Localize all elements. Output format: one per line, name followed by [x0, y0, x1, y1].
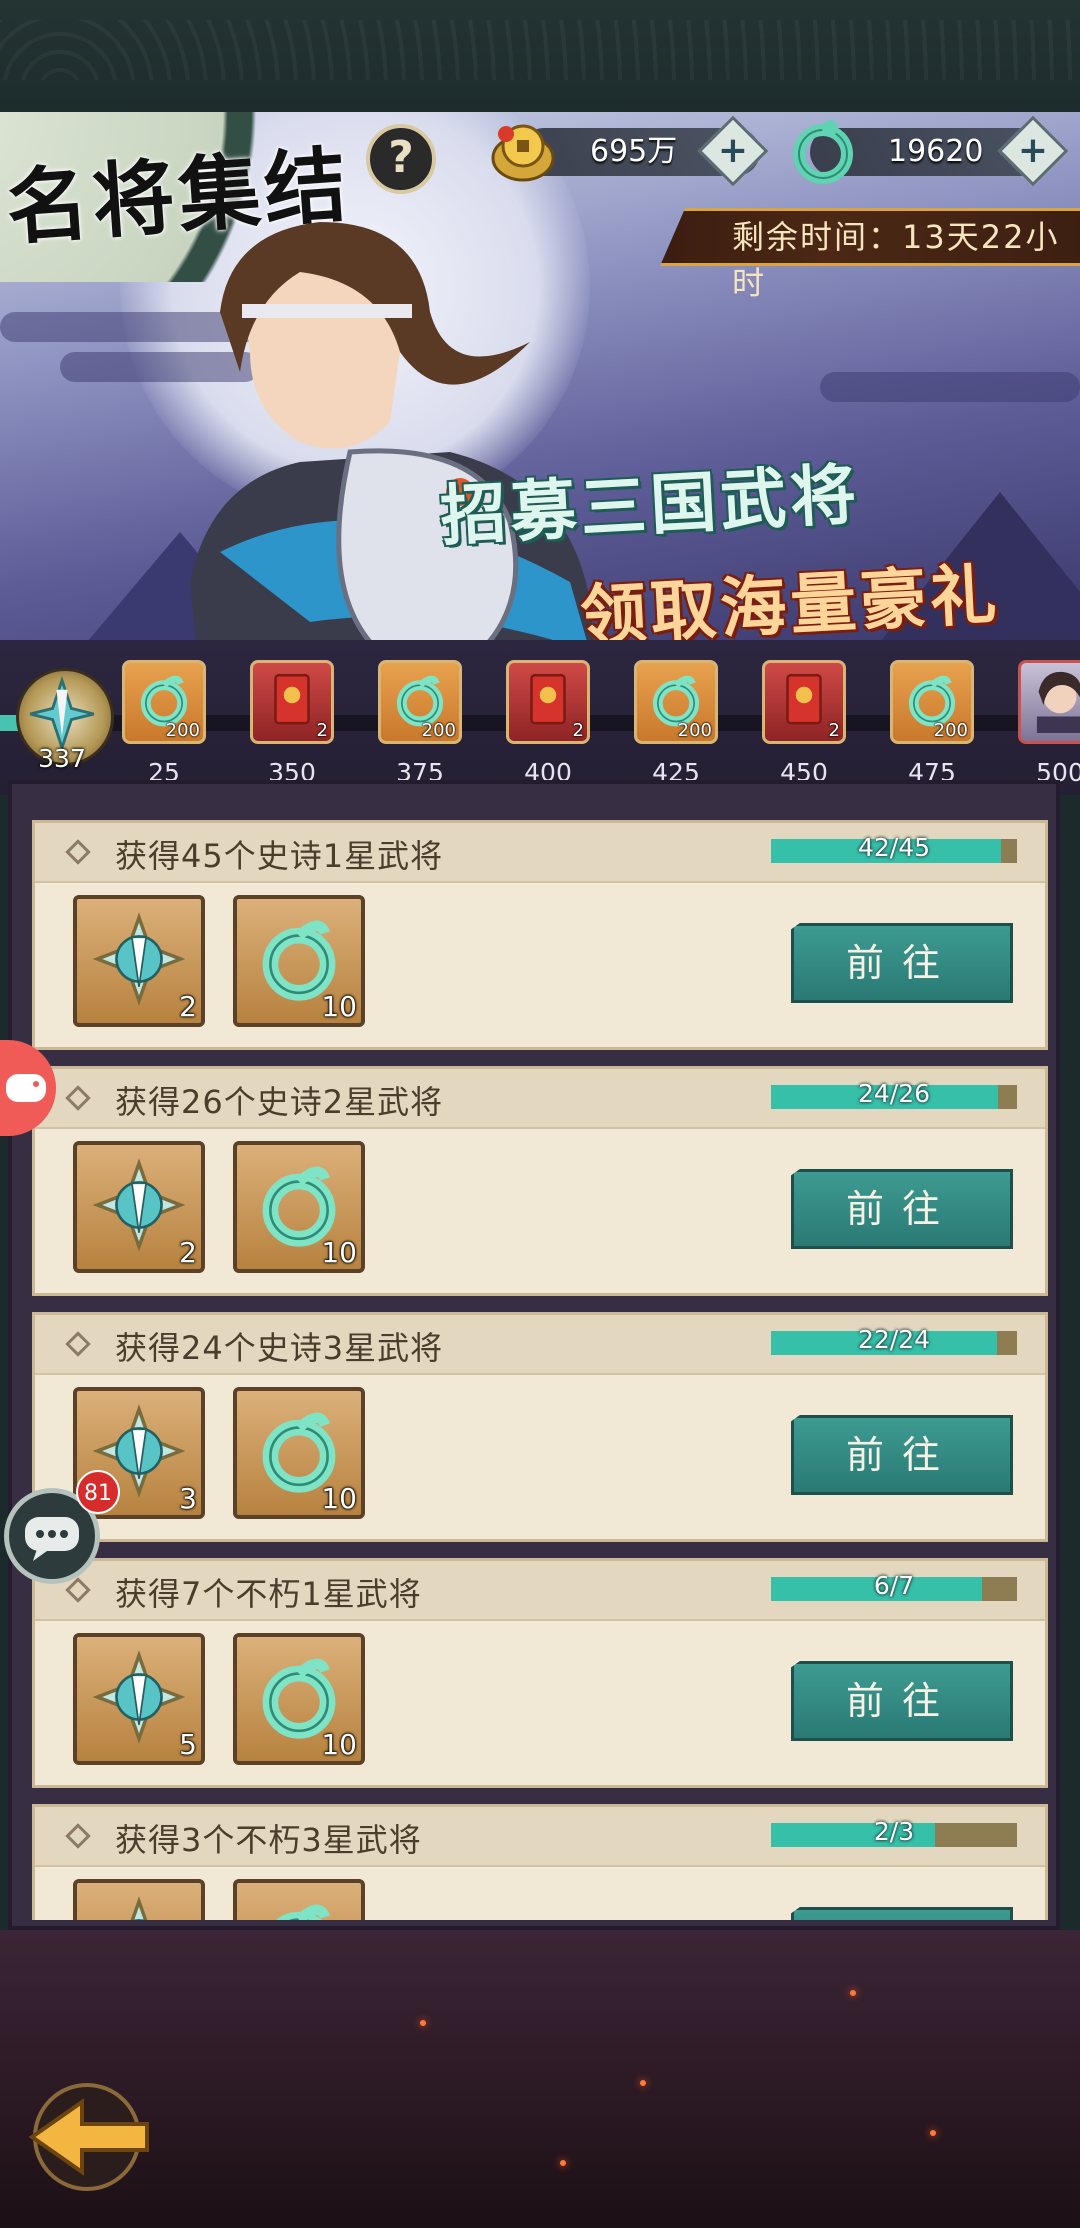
- reward-item[interactable]: 10: [233, 1387, 365, 1519]
- go-button[interactable]: 前往: [791, 923, 1013, 1003]
- task-progress-text: 22/24: [857, 1325, 931, 1354]
- jade-icon: [247, 1891, 351, 1920]
- go-button[interactable]: 前往: [791, 1415, 1013, 1495]
- ember: [420, 2020, 426, 2026]
- task-header: 获得24个史诗3星武将 22/24: [35, 1315, 1045, 1375]
- red-envelope-icon: [515, 667, 581, 733]
- help-button[interactable]: ?: [366, 124, 436, 194]
- milestone-qty: 200: [421, 720, 456, 741]
- ember: [560, 2160, 566, 2166]
- red-envelope-icon: [259, 667, 325, 733]
- task-title: 获得26个史诗2星武将: [115, 1083, 444, 1121]
- jade-icon: [793, 120, 853, 184]
- task-card: 获得24个史诗3星武将 22/24 3 10 前往: [32, 1312, 1048, 1542]
- milestone-reward[interactable]: 1: [1018, 660, 1080, 744]
- go-button[interactable]: [791, 1907, 1013, 1920]
- ember: [930, 2130, 936, 2136]
- task-card: 获得3个不朽3星武将 2/3: [32, 1804, 1048, 1920]
- reward-item[interactable]: 5: [73, 1633, 205, 1765]
- task-progress-text: 2/3: [873, 1817, 915, 1846]
- jade-value: 19620: [888, 134, 984, 169]
- bottom-area: [0, 1930, 1080, 2228]
- milestone-reward[interactable]: 200: [122, 660, 206, 744]
- go-button[interactable]: 前往: [791, 1169, 1013, 1249]
- top-decor-bar: [0, 0, 1080, 112]
- diamond-icon: [65, 839, 91, 865]
- red-envelope-icon: [771, 667, 837, 733]
- go-button[interactable]: 前往: [791, 1661, 1013, 1741]
- hero-portrait: [1027, 667, 1080, 733]
- chat-unread-badge: 81: [76, 1470, 120, 1514]
- task-header: 获得3个不朽3星武将 2/3: [35, 1807, 1045, 1867]
- task-card: 获得7个不朽1星武将 6/7 5 10 前往: [32, 1558, 1048, 1788]
- reward-qty: 2: [179, 990, 197, 1023]
- milestone-reward[interactable]: 2: [250, 660, 334, 744]
- emblem-icon: [87, 907, 191, 1011]
- task-card: 获得45个史诗1星武将 42/45 2 10 前往: [32, 820, 1048, 1050]
- reward-item[interactable]: 2: [73, 895, 205, 1027]
- milestone-reward[interactable]: 200: [378, 660, 462, 744]
- reward-qty: 10: [321, 1236, 357, 1269]
- cloud: [820, 372, 1080, 402]
- remaining-time: 剩余时间：13天22小时: [732, 218, 1060, 302]
- coin-icon: [491, 124, 555, 182]
- task-header: 获得7个不朽1星武将 6/7: [35, 1561, 1045, 1621]
- plus-icon: +: [1017, 130, 1049, 171]
- reward-item[interactable]: 2: [73, 1141, 205, 1273]
- ember: [640, 2080, 646, 2086]
- plus-icon: +: [717, 130, 749, 171]
- reward-qty: 3: [179, 1482, 197, 1515]
- milestone-qty: 200: [933, 720, 968, 741]
- current-score: 337: [38, 744, 86, 773]
- floating-game-button[interactable]: [0, 1040, 56, 1136]
- milestone-reward[interactable]: 200: [634, 660, 718, 744]
- coin-value: 695万: [590, 134, 678, 169]
- task-title: 获得24个史诗3星武将: [115, 1329, 444, 1367]
- ember: [850, 1990, 856, 1996]
- task-progress-text: 42/45: [857, 833, 931, 862]
- task-header: 获得26个史诗2星武将 24/26: [35, 1069, 1045, 1129]
- reward-item[interactable]: [233, 1879, 365, 1920]
- reward-qty: 10: [321, 990, 357, 1023]
- reward-item[interactable]: [73, 1879, 205, 1920]
- back-arrow-button[interactable]: [22, 2082, 152, 2192]
- task-title: 获得7个不朽1星武将: [115, 1575, 422, 1613]
- diamond-icon: [65, 1577, 91, 1603]
- task-progress-text: 6/7: [873, 1571, 915, 1600]
- milestone-qty: 200: [677, 720, 712, 741]
- emblem-icon: [87, 1645, 191, 1749]
- milestone-reward[interactable]: 2: [506, 660, 590, 744]
- milestone-qty: 2: [828, 720, 840, 741]
- reward-qty: 10: [321, 1728, 357, 1761]
- task-title: 获得3个不朽3星武将: [115, 1821, 422, 1859]
- emblem-icon: [87, 1891, 191, 1920]
- diamond-icon: [65, 1085, 91, 1111]
- reward-qty: 10: [321, 1482, 357, 1515]
- reward-qty: 2: [179, 1236, 197, 1269]
- task-card: 获得26个史诗2星武将 24/26 2 10 前往: [32, 1066, 1048, 1296]
- gamepad-icon: [6, 1074, 46, 1102]
- milestone-reward[interactable]: 2: [762, 660, 846, 744]
- task-list[interactable]: 获得45个史诗1星武将 42/45 2 10 前往 获得26个史诗2星武将 24/26 2 10…: [32, 820, 1048, 1920]
- reward-qty: 5: [179, 1728, 197, 1761]
- task-header: 获得45个史诗1星武将 42/45: [35, 823, 1045, 883]
- task-progress-text: 24/26: [857, 1079, 931, 1108]
- task-title: 获得45个史诗1星武将: [115, 837, 444, 875]
- milestone-qty: 200: [165, 720, 200, 741]
- milestone-qty: 2: [316, 720, 328, 741]
- reward-item[interactable]: 10: [233, 1633, 365, 1765]
- diamond-icon: [65, 1331, 91, 1357]
- diamond-icon: [65, 1823, 91, 1849]
- reward-item[interactable]: 10: [233, 1141, 365, 1273]
- milestone-reward[interactable]: 200: [890, 660, 974, 744]
- milestone-qty: 2: [572, 720, 584, 741]
- emblem-icon: [87, 1153, 191, 1257]
- reward-item[interactable]: 10: [233, 895, 365, 1027]
